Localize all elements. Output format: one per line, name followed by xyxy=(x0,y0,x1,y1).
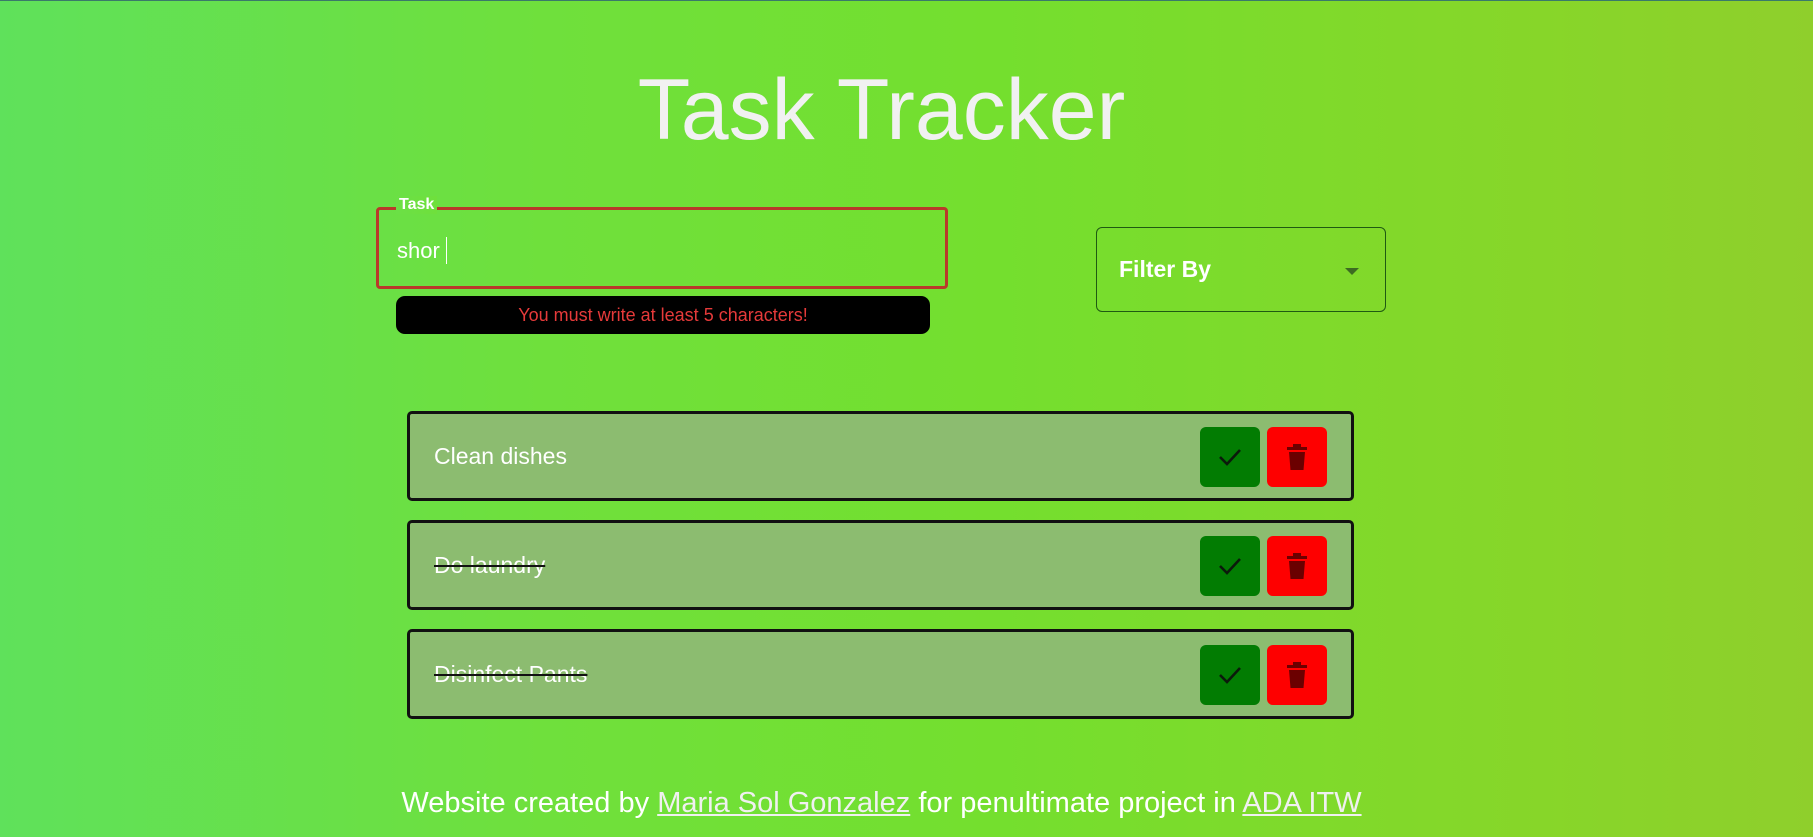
validation-error-message: You must write at least 5 characters! xyxy=(396,296,930,334)
task-item-text: Do laundry xyxy=(434,552,546,578)
top-border-line xyxy=(0,0,1813,1)
caret-down-icon xyxy=(1345,268,1359,275)
footer-credits: Website created by Maria Sol Gonzalez fo… xyxy=(0,787,1763,820)
task-item-text: Disinfect Pants xyxy=(434,661,588,687)
task-item: Do laundry xyxy=(407,520,1354,610)
author-link[interactable]: Maria Sol Gonzalez xyxy=(657,787,910,819)
footer-middle-text: for penultimate project in xyxy=(918,787,1236,819)
task-input[interactable] xyxy=(397,236,917,266)
check-icon xyxy=(1219,667,1241,684)
task-item: Disinfect Pants xyxy=(407,629,1354,719)
page-title: Task Tracker xyxy=(637,61,1126,158)
complete-task-button[interactable] xyxy=(1200,645,1260,705)
task-input-legend: Task xyxy=(396,196,438,214)
task-item: Clean dishes xyxy=(407,411,1354,501)
delete-task-button[interactable] xyxy=(1267,645,1327,705)
trash-icon xyxy=(1287,444,1307,470)
trash-icon xyxy=(1287,553,1307,579)
filter-select-label: Filter By xyxy=(1119,256,1212,282)
trash-icon xyxy=(1287,662,1307,688)
task-item-text: Clean dishes xyxy=(434,443,567,469)
complete-task-button[interactable] xyxy=(1200,427,1260,487)
check-icon xyxy=(1219,558,1241,575)
org-link[interactable]: ADA ITW xyxy=(1242,787,1361,819)
check-icon xyxy=(1219,449,1241,466)
delete-task-button[interactable] xyxy=(1267,536,1327,596)
footer-prefix-text: Website created by xyxy=(401,787,650,819)
complete-task-button[interactable] xyxy=(1200,536,1260,596)
text-cursor xyxy=(446,237,447,264)
task-input-field[interactable]: Task xyxy=(376,196,948,289)
delete-task-button[interactable] xyxy=(1267,427,1327,487)
filter-select[interactable]: Filter By xyxy=(1096,227,1386,312)
